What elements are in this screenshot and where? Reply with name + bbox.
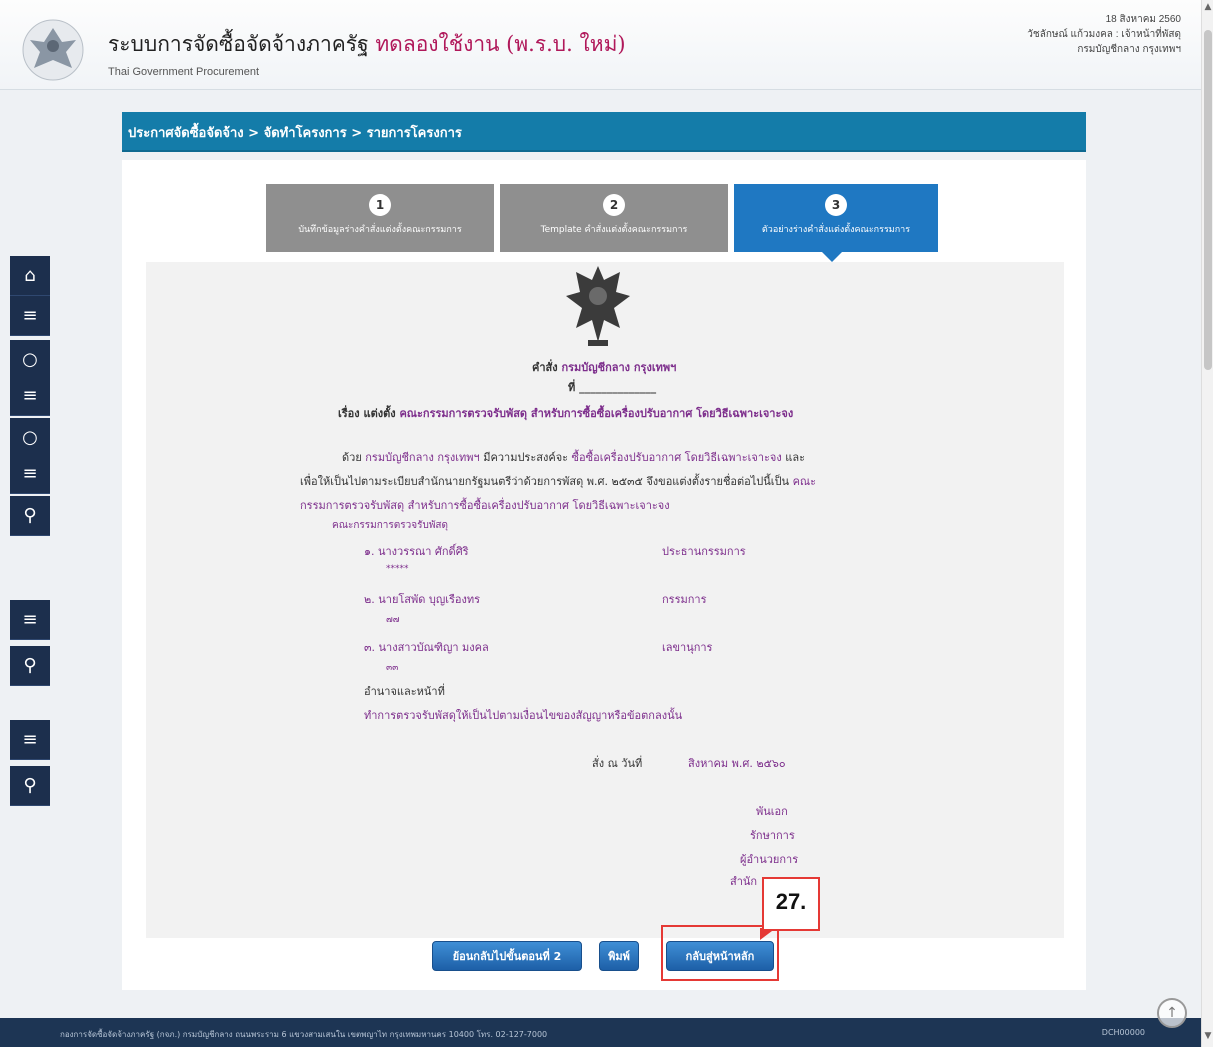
member-3-role: เลขานุการ [662, 641, 713, 654]
back-to-step-2-button[interactable]: ย้อนกลับไปขั้นตอนที่ 2 [432, 941, 582, 971]
sign-date: สิงหาคม พ.ศ. ๒๕๖๐ [688, 757, 786, 770]
user-name[interactable]: วัชลักษณ์ แก้วมงคล : เจ้าหน้าที่พัสดุ [1027, 27, 1181, 42]
footer-code: DCH00000 [1101, 1028, 1145, 1037]
garuda-logo-icon [22, 19, 84, 81]
step-1[interactable]: 1 บันทึกข้อมูลร่างคำสั่งแต่งตั้งคณะกรรมก… [266, 184, 494, 252]
member-1-extra: ***** [386, 564, 409, 574]
committee-heading: คณะกรรมการตรวจรับพัสดุ [332, 520, 449, 531]
member-3-extra: ๓๓ [386, 663, 399, 673]
current-date: 18 สิงหาคม 2560 [1105, 14, 1181, 25]
user-info: 18 สิงหาคม 2560 วัชลักษณ์ แก้วมงคล : เจ้… [1027, 12, 1181, 57]
search-icon[interactable]: ⚲ [10, 496, 50, 536]
paragraph-1: ด้วย กรมบัญชีกลาง กรุงเทพฯ มีความประสงค์… [342, 451, 805, 464]
step-callout: 27. [762, 877, 820, 931]
menu-icon[interactable]: ≡ [10, 454, 50, 494]
refresh-icon[interactable]: ○ [10, 418, 50, 458]
duty-text: ทำการตรวจรับพัสดุให้เป็นไปตามเงื่อนไขของ… [364, 709, 683, 722]
member-1-name: ๑. นางวรรณา ศักดิ์ศิริ [364, 545, 469, 558]
step-label: บันทึกข้อมูลร่างคำสั่งแต่งตั้งคณะกรรมการ [298, 225, 462, 235]
scroll-down-icon[interactable]: ▼ [1202, 1031, 1213, 1045]
app-header: ระบบการจัดซื้อจัดจ้างภาครัฐ ทดลองใช้งาน … [0, 0, 1213, 90]
garuda-emblem-icon [566, 266, 630, 346]
sign-date-label: สั่ง ณ วันที่ [592, 757, 643, 770]
order-number: ที่ ______________ [568, 381, 657, 394]
print-button[interactable]: พิมพ์ [599, 941, 639, 971]
step-number: 1 [369, 194, 391, 216]
step-number: 3 [825, 194, 847, 216]
order-header: คำสั่ง กรมบัญชีกลาง กรุงเทพฯ [532, 361, 677, 374]
signer-line-1: พันเอก [756, 805, 788, 818]
step-label: Template คำสั่งแต่งตั้งคณะกรรมการ [540, 225, 688, 235]
system-title: ระบบการจัดซื้อจัดจ้างภาครัฐ ทดลองใช้งาน … [108, 32, 626, 56]
breadcrumb[interactable]: ประกาศจัดซื้อจัดจ้าง > จัดทำโครงการ > รา… [122, 112, 1086, 152]
step-3-active[interactable]: 3 ตัวอย่างร่างคำสั่งแต่งตั้งคณะกรรมการ [734, 184, 938, 262]
scroll-up-icon[interactable]: ▲ [1202, 2, 1213, 16]
step-label: ตัวอย่างร่างคำสั่งแต่งตั้งคณะกรรมการ [761, 225, 911, 235]
home-icon[interactable]: ⌂ [10, 256, 50, 296]
menu-icon[interactable]: ≡ [10, 600, 50, 640]
member-2-role: กรรมการ [662, 593, 707, 606]
signer-line-3: ผู้อำนวยการ [740, 853, 799, 866]
user-agency: กรมบัญชีกลาง กรุงเทพฯ [1077, 44, 1181, 55]
trial-label: ทดลองใช้งาน (พ.ร.บ. ใหม่) [375, 32, 626, 56]
step-2[interactable]: 2 Template คำสั่งแต่งตั้งคณะกรรมการ [500, 184, 728, 252]
duty-heading: อำนาจและหน้าที่ [364, 685, 445, 698]
member-2-extra: ๗๗ [386, 615, 400, 625]
member-1-role: ประธานกรรมการ [662, 545, 746, 558]
signer-line-2: รักษาการ [750, 829, 795, 842]
paragraph-3: กรรมการตรวจรับพัสดุ สำหรับการซื้อซื้อเคร… [300, 499, 670, 512]
scrollbar-thumb[interactable] [1204, 30, 1212, 370]
menu-icon[interactable]: ≡ [10, 376, 50, 416]
footer-text: กองการจัดซื้อจัดจ้างภาครัฐ (กจภ.) กรมบัญ… [60, 1030, 548, 1039]
menu-icon[interactable]: ≡ [10, 296, 50, 336]
step-number: 2 [603, 194, 625, 216]
search-icon[interactable]: ⚲ [10, 646, 50, 686]
menu-icon[interactable]: ≡ [10, 720, 50, 760]
vertical-scrollbar[interactable]: ▲ ▼ [1201, 0, 1213, 1047]
signer-line-4: สำนัก [730, 875, 758, 888]
search-icon[interactable]: ⚲ [10, 766, 50, 806]
member-2-name: ๒. นายโสพัด บุญเรืองทร [364, 593, 481, 606]
member-3-name: ๓. นางสาวบัณฑิญา มงคล [364, 641, 489, 654]
order-subject: เรื่อง แต่งตั้ง คณะกรรมการตรวจรับพัสดุ ส… [338, 407, 794, 420]
system-subtitle: Thai Government Procurement [108, 66, 260, 78]
paragraph-2: เพื่อให้เป็นไปตามระเบียบสำนักนายกรัฐมนตร… [300, 475, 817, 488]
footer: กองการจัดซื้อจัดจ้างภาครัฐ (กจภ.) กรมบัญ… [0, 1018, 1201, 1047]
document-preview: คำสั่ง กรมบัญชีกลาง กรุงเทพฯ ที่ _______… [146, 262, 1064, 938]
scroll-to-top-icon[interactable]: ↑ [1157, 998, 1187, 1028]
refresh-icon[interactable]: ○ [10, 340, 50, 380]
